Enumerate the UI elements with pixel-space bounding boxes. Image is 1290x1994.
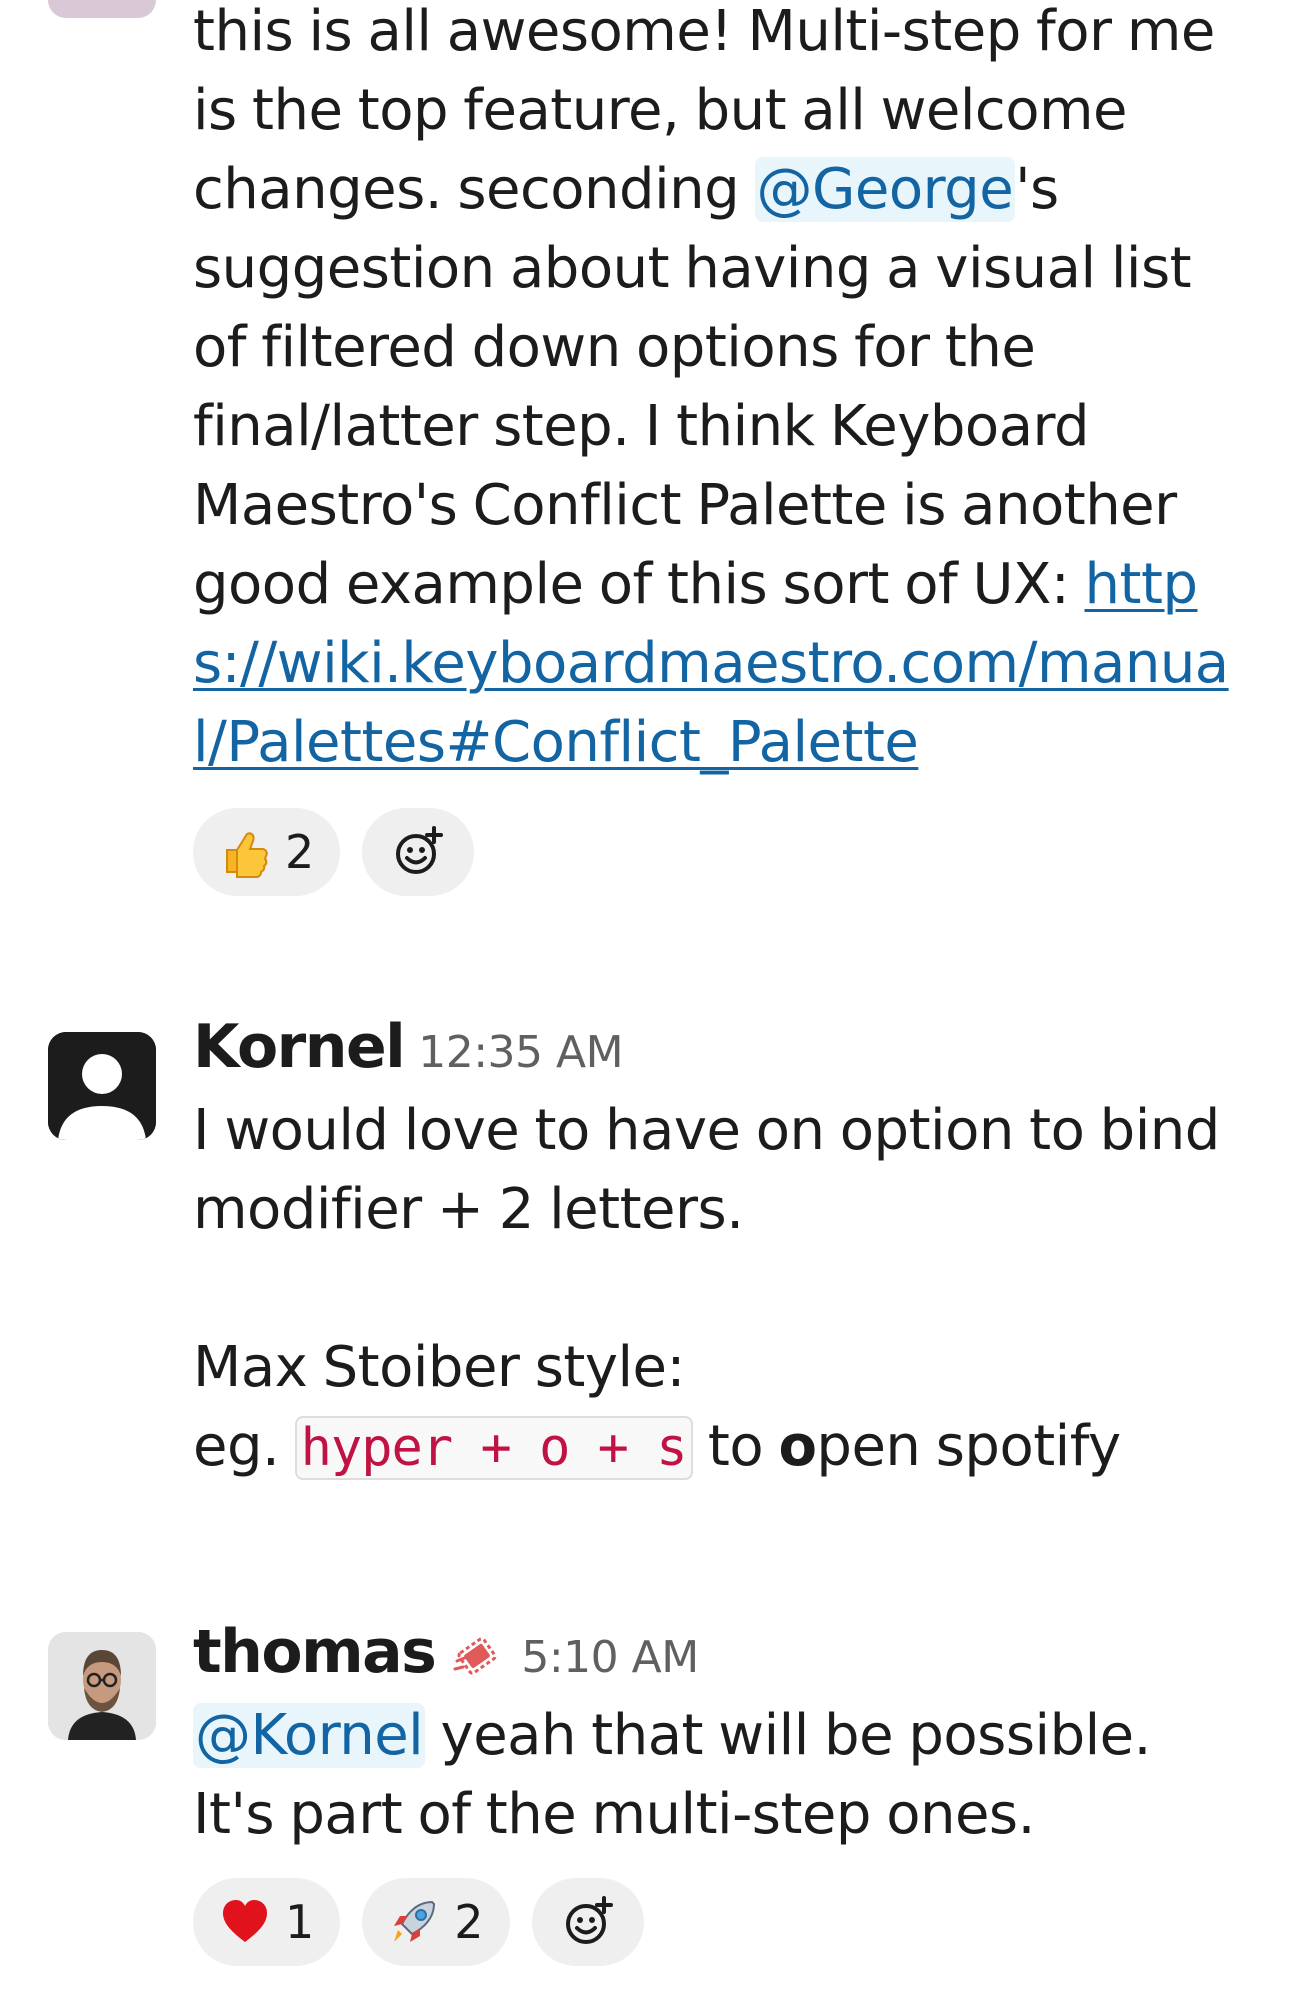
timestamp[interactable]: 12:35 AM bbox=[418, 1027, 623, 1078]
message-text: @Kornel yeah that will be possible. It's… bbox=[193, 1703, 1151, 1847]
heart-icon bbox=[223, 1900, 267, 1942]
add-reaction-icon bbox=[396, 826, 444, 874]
reaction-bar: 2 bbox=[193, 808, 1234, 896]
add-reaction-button[interactable] bbox=[362, 808, 475, 896]
reaction-count: 2 bbox=[285, 825, 315, 879]
default-user-icon bbox=[48, 1032, 156, 1140]
reaction-rocket[interactable]: 2 bbox=[362, 1878, 510, 1966]
reaction-bar: 1 2 bbox=[193, 1878, 1234, 1966]
message-text: this is all awesome! Multi-step for me i… bbox=[193, 0, 1229, 775]
thumbs-up-icon bbox=[226, 832, 268, 878]
add-reaction-button[interactable] bbox=[531, 1878, 644, 1966]
reaction-count: 2 bbox=[454, 1895, 484, 1949]
message-header: Kornel 12:35 AM bbox=[193, 1012, 1234, 1091]
mention-george[interactable]: @George bbox=[754, 157, 1016, 222]
status-icon[interactable] bbox=[451, 1629, 507, 1685]
timestamp[interactable]: 5:10 AM bbox=[521, 1632, 699, 1683]
avatar-thomas[interactable] bbox=[48, 1632, 156, 1740]
message-header: thomas 5:10 AM bbox=[193, 1617, 1234, 1696]
mention-kornel[interactable]: @Kornel bbox=[193, 1703, 426, 1768]
avatar-kornel[interactable] bbox=[48, 1032, 156, 1140]
sender-name[interactable]: Kornel bbox=[193, 1012, 406, 1082]
sender-name[interactable]: thomas bbox=[193, 1617, 437, 1687]
user-photo-icon bbox=[48, 1632, 156, 1740]
message-text: I would love to have on option to bind m… bbox=[193, 1098, 1220, 1242]
inline-code: hyper + o + s bbox=[294, 1416, 693, 1480]
message-text: eg. hyper + o + s to open spotify bbox=[193, 1414, 1121, 1480]
reaction-heart[interactable]: 1 bbox=[193, 1878, 341, 1966]
avatar[interactable] bbox=[48, 0, 156, 18]
add-reaction-icon bbox=[565, 1896, 613, 1944]
rocket-icon bbox=[394, 1900, 436, 1942]
reaction-thumbs-up[interactable]: 2 bbox=[193, 808, 341, 896]
reaction-count: 1 bbox=[285, 1895, 315, 1949]
message-text: Max Stoiber style: bbox=[193, 1335, 685, 1400]
